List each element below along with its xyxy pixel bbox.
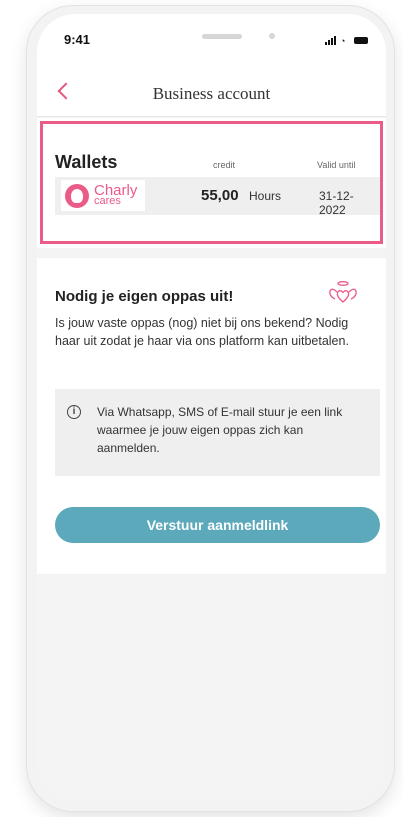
angel-heart-icon [329, 281, 357, 303]
status-icons: ◔ [325, 35, 368, 46]
invite-description: Is jouw vaste oppas (nog) niet bij ons b… [55, 316, 349, 348]
battery-icon [354, 37, 368, 44]
valid-until-column-header: Valid until [317, 160, 356, 170]
info-box: i Via Whatsapp, SMS of E-mail stuur je e… [55, 389, 380, 476]
wallets-section: Wallets credit Valid until Charly cares … [37, 118, 386, 248]
info-text: Via Whatsapp, SMS of E-mail stuur je een… [97, 405, 343, 455]
page-title: Business account [152, 84, 271, 103]
charly-cares-logo: Charly cares [61, 180, 145, 211]
phone-screen: 9:41 ◔ Business account Wallets credit V… [37, 14, 386, 802]
invite-title: Nodig je eigen oppas uit! [55, 288, 234, 305]
wallet-amount: 55,00 [201, 187, 239, 204]
info-icon: i [67, 405, 81, 419]
credit-column-header: credit [213, 160, 236, 170]
send-signup-link-button[interactable]: Verstuur aanmeldlink [55, 507, 380, 543]
wallet-row[interactable]: Charly cares 55,00 Hours 31-12-2022 [55, 177, 380, 217]
camera-dot [269, 33, 275, 39]
speaker-notch [202, 34, 242, 39]
wifi-icon: ◔ [340, 36, 346, 46]
status-time: 9:41 [64, 32, 91, 47]
signal-icon [325, 36, 336, 45]
invite-card: Nodig je eigen oppas uit! Is jouw vaste … [37, 258, 386, 574]
wallets-title: Wallets [55, 152, 118, 172]
logo-wordmark: Charly cares [94, 183, 137, 207]
page-header: Business account [37, 72, 386, 117]
logo-emblem-icon [65, 183, 89, 208]
wallet-valid-until: 31-12-2022 [319, 189, 354, 217]
status-bar: 9:41 ◔ [37, 14, 386, 72]
wallet-unit: Hours [249, 189, 282, 203]
